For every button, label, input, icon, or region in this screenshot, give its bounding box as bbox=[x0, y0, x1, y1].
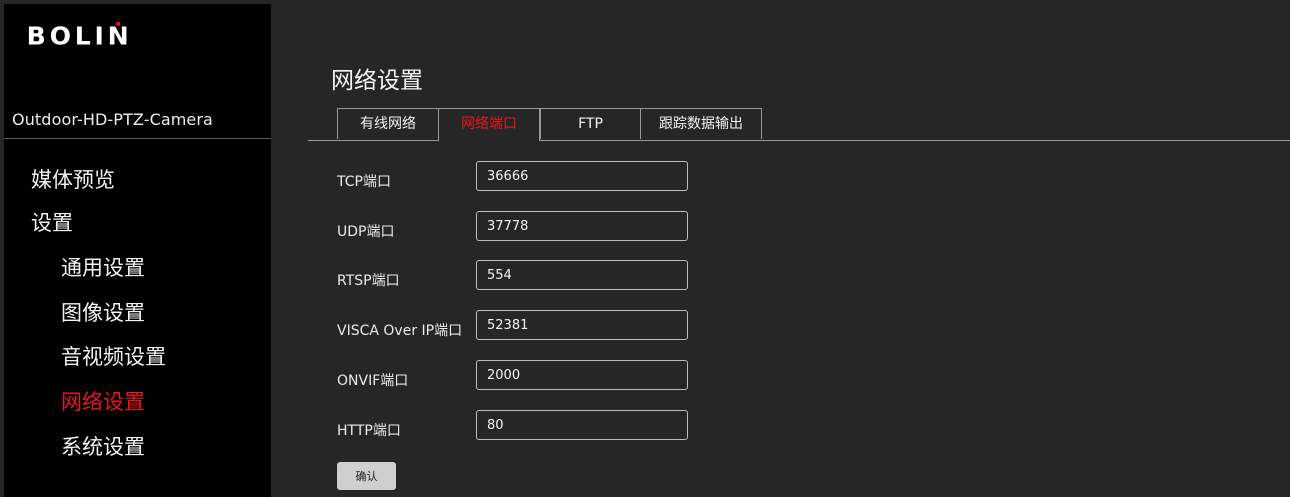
main-content: 网络设置 有线网络 网络端口 FTP 跟踪数据输出 TCP端口 UDP端口 RT… bbox=[271, 4, 1290, 497]
sidebar-item-network-settings[interactable]: 网络设置 bbox=[61, 386, 145, 416]
sidebar-item-general-settings[interactable]: 通用设置 bbox=[61, 252, 145, 282]
tab-network-ports[interactable]: 网络端口 bbox=[438, 108, 540, 141]
http-port-label: HTTP端口 bbox=[337, 423, 401, 439]
svg-text:BOLIN: BOLIN bbox=[27, 22, 133, 50]
sidebar-item-av-settings[interactable]: 音视频设置 bbox=[61, 341, 166, 371]
bolin-logo: BOLIN bbox=[27, 22, 133, 50]
rtsp-port-input[interactable] bbox=[476, 260, 688, 290]
tcp-port-input[interactable] bbox=[476, 161, 688, 191]
app-frame: BOLIN Outdoor-HD-PTZ-Camera 媒体预览 设置 通用设置… bbox=[4, 4, 1290, 497]
page-title: 网络设置 bbox=[331, 68, 423, 94]
tcp-port-label: TCP端口 bbox=[337, 174, 391, 190]
visca-over-ip-port-label: VISCA Over IP端口 bbox=[337, 323, 463, 339]
onvif-port-input[interactable] bbox=[476, 360, 688, 390]
confirm-button[interactable]: 确认 bbox=[337, 462, 396, 490]
udp-port-label: UDP端口 bbox=[337, 224, 395, 240]
sidebar-item-image-settings[interactable]: 图像设置 bbox=[61, 297, 145, 327]
sidebar-item-settings[interactable]: 设置 bbox=[31, 207, 73, 237]
http-port-input[interactable] bbox=[476, 410, 688, 440]
rtsp-port-label: RTSP端口 bbox=[337, 273, 400, 289]
tab-ftp[interactable]: FTP bbox=[540, 108, 641, 139]
device-name: Outdoor-HD-PTZ-Camera bbox=[12, 110, 213, 129]
visca-over-ip-port-input[interactable] bbox=[476, 310, 688, 340]
sidebar-divider bbox=[4, 138, 271, 139]
udp-port-input[interactable] bbox=[476, 211, 688, 241]
tab-tracking-data-output[interactable]: 跟踪数据输出 bbox=[640, 108, 762, 139]
sidebar: BOLIN Outdoor-HD-PTZ-Camera 媒体预览 设置 通用设置… bbox=[4, 4, 271, 497]
sidebar-item-system-settings[interactable]: 系统设置 bbox=[61, 431, 145, 461]
tab-wired-network[interactable]: 有线网络 bbox=[337, 108, 439, 139]
onvif-port-label: ONVIF端口 bbox=[337, 373, 409, 389]
sidebar-item-media-preview[interactable]: 媒体预览 bbox=[31, 164, 115, 194]
